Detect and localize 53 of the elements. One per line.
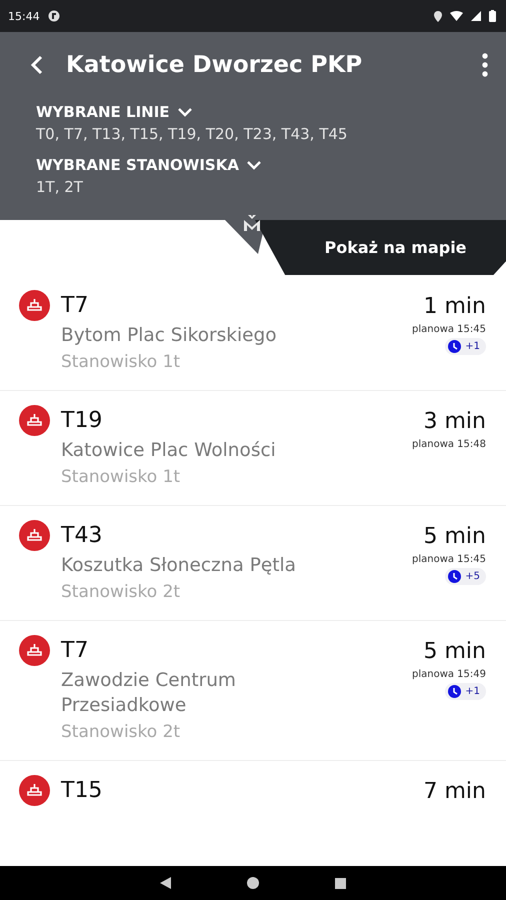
- line-number: T7: [61, 292, 90, 320]
- filter-value: 1T, 2T: [36, 178, 84, 196]
- app-icon: [48, 10, 60, 22]
- back-icon: [30, 55, 44, 75]
- scheduled-time: planowa 15:48: [412, 439, 486, 450]
- clock-icon: [448, 685, 462, 698]
- filter-value: T0, T7, T13, T15, T19, T20, T23, T43, T45: [36, 125, 348, 143]
- chevron-icon: [178, 108, 192, 116]
- platform: Stanowisko 2t: [61, 581, 182, 604]
- tram-icon: [19, 635, 50, 666]
- filter-toggle[interactable]: WYBRANE LINIE: [36, 103, 192, 121]
- signal-icon: [471, 11, 481, 21]
- tram-icon: [19, 405, 50, 436]
- location-icon: [434, 10, 442, 22]
- stop-title: Katowice Dworzec PKP: [66, 52, 364, 78]
- battery-icon: [489, 10, 496, 22]
- minutes-left: 7 min: [424, 778, 486, 806]
- platform: Stanowisko 2t: [61, 721, 182, 744]
- clock: 15:44: [8, 10, 40, 22]
- destination: Koszutka Słoneczna Pętla: [61, 554, 297, 578]
- scheduled-time: planowa 15:49: [412, 669, 486, 680]
- tram-icon: [19, 775, 50, 806]
- destination: Katowice Plac Wolności: [61, 439, 277, 463]
- filter-toggle[interactable]: WYBRANE STANOWISKA: [36, 156, 261, 174]
- delay-badge: +1: [445, 338, 486, 355]
- scheduled-time: planowa 15:45: [412, 554, 486, 565]
- tram-icon: [19, 290, 50, 321]
- wifi-icon: [450, 11, 463, 21]
- clock-icon: [448, 340, 462, 353]
- minutes-left: 5 min: [424, 638, 486, 666]
- show-on-map-button[interactable]: Pokaż na mapie: [255, 220, 506, 275]
- platform: Stanowisko 1t: [61, 351, 182, 374]
- delay-badge: +1: [445, 683, 486, 700]
- more-icon: [482, 53, 488, 77]
- recents-nav-button[interactable]: [335, 878, 346, 888]
- chevron-icon: [246, 160, 261, 170]
- delay-badge: +5: [445, 568, 486, 585]
- destination: Zawodzie Centrum Przesiadkowe: [61, 669, 237, 718]
- platform: Stanowisko 1t: [61, 466, 182, 489]
- back-nav-button[interactable]: [160, 877, 171, 889]
- clock-icon: [448, 570, 462, 583]
- home-nav-button[interactable]: [247, 877, 259, 889]
- line-number: T43: [61, 522, 104, 550]
- minutes-left: 1 min: [424, 293, 486, 321]
- line-number: T7: [61, 637, 90, 665]
- minutes-left: 5 min: [424, 523, 486, 551]
- logo-icon: [243, 214, 261, 232]
- tram-icon: [19, 520, 50, 551]
- scheduled-time: planowa 15:45: [412, 324, 486, 335]
- line-number: T15: [61, 777, 104, 805]
- line-number: T19: [61, 407, 104, 435]
- destination: Bytom Plac Sikorskiego: [61, 324, 278, 348]
- minutes-left: 3 min: [424, 408, 486, 436]
